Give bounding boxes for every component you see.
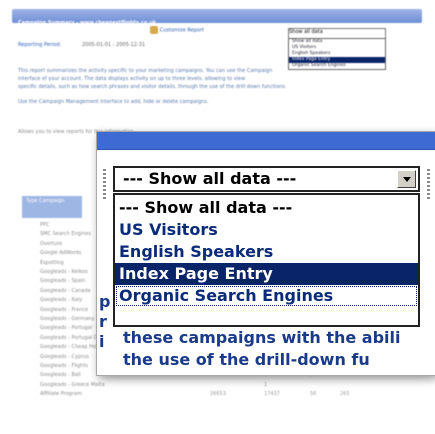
campaign-name[interactable]: Overture [40,241,62,247]
campaign-name[interactable]: Googleads - Portugal [40,325,92,331]
behind-text-line: the use of the drill-down fu [123,350,370,369]
option-organic-search-engines[interactable]: Organic Search Engines [115,285,418,307]
option-english-speakers[interactable]: English Speakers [115,241,418,263]
campaign-name[interactable]: Googleads - Greece Malta [40,382,105,388]
campaign-name[interactable]: Googleads - Flights [40,363,88,369]
reporting-period-label: Reporting Period: [18,42,62,48]
campaign-name[interactable]: Affiliate Program [40,391,82,397]
option-us-visitors[interactable]: US Visitors [115,219,418,241]
campaign-name[interactable]: Google AdWords [40,250,81,256]
campaign-name[interactable]: Googleads - Cyprus [40,354,89,360]
table-row[interactable]: Googleads - Greece Malta 1 [20,382,420,390]
zoom-callout: p r i these campaigns with the abili the… [96,131,435,376]
campaign-name[interactable]: Googleads - Spain [40,278,85,284]
description-line: This report summarizes the activity spec… [18,68,273,74]
behind-fragment: r [99,312,107,331]
description-line: specific details, such as how search phr… [18,84,287,90]
campaign-management-link[interactable]: Use the Campaign Management interface to… [18,99,418,106]
metric-cell: 56 [310,391,317,398]
reporting-dates: 2005-01-01 - 2005-12-31 [82,42,146,48]
description-line: interface of your account. The data disp… [18,76,246,82]
metric-cell: 265 [340,391,350,398]
behind-fragment: i [99,332,105,351]
dropdown-button[interactable] [397,170,416,188]
report-title: Campaign Summary - www.cheapestflights.c… [18,20,157,26]
customize-report-link[interactable]: Customize Report [160,28,204,34]
option-index-page-entry[interactable]: Index Page Entry [115,263,418,285]
table-row[interactable]: Affiliate Program 26653 17437 56 265 [20,391,420,399]
campaign-name[interactable]: PPC [40,222,50,228]
metric-cell: 1 [264,381,268,388]
campaign-name[interactable]: SMC Search Engines [40,231,91,237]
segment-dropdown-small-list[interactable]: Show all data US Visitors English Speake… [288,38,386,70]
metric-cell: 17437 [264,391,280,398]
behind-fragment: p [99,292,111,311]
table-header-type-campaign[interactable]: Type Campaign [22,196,82,218]
zoom-title-bar [97,132,435,150]
campaign-name[interactable]: Googleads - Germany [40,316,94,322]
segment-filter-list[interactable]: --- Show all data --- US Visitors Englis… [113,193,420,327]
report-icon [150,26,158,34]
campaign-name[interactable]: Googleads - Italy [40,297,82,303]
toolbar-grip-left [103,169,106,199]
segment-filter-dropdown[interactable]: --- Show all data --- [113,166,420,192]
campaign-name[interactable]: Espotting [40,260,64,266]
campaign-name[interactable]: Googleads - Kelkoo [40,269,88,275]
campaign-name[interactable]: Googleads - Bali [40,372,81,378]
chevron-down-icon [403,177,411,182]
campaign-name[interactable]: Googleads - Canada [40,288,90,294]
report-title-bar: Campaign Summary - www.cheapestflights.c… [12,9,422,26]
option-show-all-data[interactable]: --- Show all data --- [115,197,418,219]
segment-filter-value: --- Show all data --- [123,169,297,188]
toolbar-grip-right [427,169,430,199]
metric-cell: 26653 [210,391,226,398]
behind-text-line: these campaigns with the abili [123,328,401,347]
campaign-name[interactable]: Googleads - France [40,307,88,313]
